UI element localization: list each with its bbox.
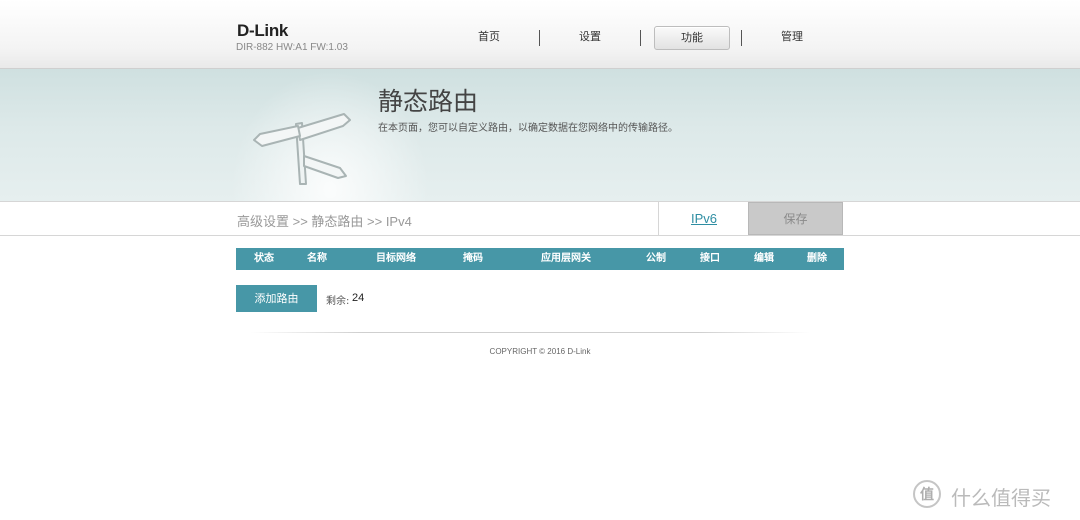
page-title: 静态路由 <box>378 87 479 116</box>
top-header: D-Link DIR-882 HW:A1 FW:1.03 首页 设置 功能 管理 <box>0 0 1080 69</box>
breadcrumb-bar: 高级设置 >> 静态路由 >> IPv4 IPv6 保存 <box>0 201 1080 236</box>
watermark: 值 什么值得买 <box>913 480 1073 510</box>
col-status: 状态 <box>254 253 274 264</box>
watermark-text: 什么值得买 <box>951 486 1051 510</box>
page-banner <box>0 69 1080 201</box>
watermark-logo-icon: 值 <box>913 480 941 508</box>
col-edit: 编辑 <box>754 253 774 264</box>
col-gateway: 应用层网关 <box>541 253 591 264</box>
save-button[interactable]: 保存 <box>748 202 843 235</box>
dlink-logo: D-Link <box>237 21 289 40</box>
nav-settings[interactable]: 设置 <box>553 26 627 48</box>
copyright-text: COPYRIGHT © 2016 D-Link <box>489 347 591 356</box>
nav-separator <box>640 30 641 46</box>
model-info: DIR-882 HW:A1 FW:1.03 <box>236 42 348 53</box>
breadcrumb: 高级设置 >> 静态路由 >> IPv4 <box>237 214 412 229</box>
col-metric: 公制 <box>646 253 666 264</box>
nav-management[interactable]: 管理 <box>755 26 829 48</box>
nav-separator <box>741 30 742 46</box>
ipv6-link[interactable]: IPv6 <box>658 202 749 235</box>
page-description: 在本页面，您可以自定义路由，以确定数据在您网络中的传输路径。 <box>378 123 678 134</box>
nav-separator <box>539 30 540 46</box>
col-destination: 目标网络 <box>376 253 416 264</box>
col-interface: 接口 <box>700 253 720 264</box>
signpost-icon <box>253 113 351 185</box>
remaining-count: 24 <box>352 292 365 304</box>
col-name: 名称 <box>307 253 327 264</box>
footer-divider <box>250 332 810 333</box>
routes-table-header: 状态 名称 目标网络 掩码 应用层网关 公制 接口 编辑 删除 <box>236 248 844 270</box>
col-delete: 删除 <box>807 253 827 264</box>
remaining-label: 剩余: <box>326 296 350 307</box>
nav-home[interactable]: 首页 <box>452 26 526 48</box>
main-nav: 首页 设置 功能 管理 <box>440 26 840 50</box>
col-mask: 掩码 <box>463 253 483 264</box>
add-route-button[interactable]: 添加路由 <box>236 285 317 312</box>
watermark-glyph: 值 <box>920 487 934 503</box>
nav-features[interactable]: 功能 <box>654 26 730 50</box>
